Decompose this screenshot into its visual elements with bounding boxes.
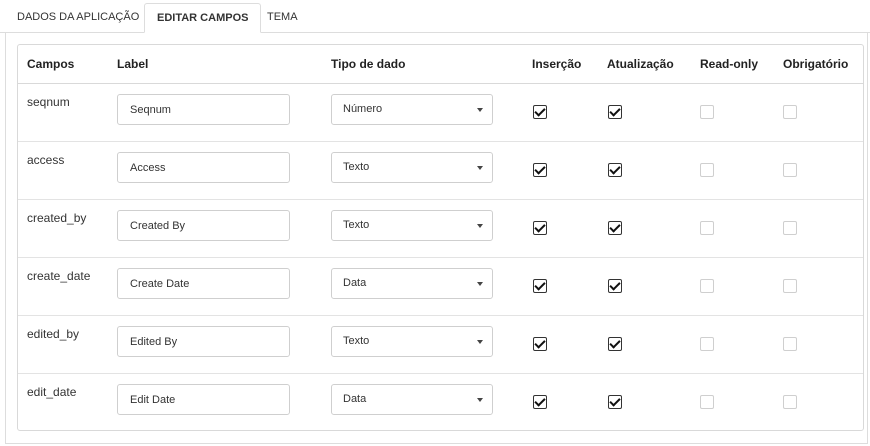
atualizacao-checkbox[interactable] [608, 395, 622, 409]
read-only-checkbox[interactable] [700, 395, 714, 409]
table-row: access Texto [18, 142, 863, 200]
caret-down-icon [477, 108, 483, 112]
read-only-checkbox[interactable] [700, 279, 714, 293]
caret-down-icon [477, 224, 483, 228]
header-campos: Campos [27, 57, 75, 71]
read-only-checkbox[interactable] [700, 221, 714, 235]
table-header: Campos Label Tipo de dado Inserção Atual… [18, 45, 863, 84]
obrigatorio-checkbox[interactable] [783, 395, 797, 409]
tab-bar: DADOS DA APLICAÇÃO EDITAR CAMPOS TEMA [0, 0, 870, 33]
data-type-value: Número [343, 103, 383, 115]
label-input[interactable] [117, 210, 290, 241]
atualizacao-checkbox[interactable] [608, 279, 622, 293]
fields-table: Campos Label Tipo de dado Inserção Atual… [17, 44, 864, 431]
label-input[interactable] [117, 152, 290, 183]
table-row: seqnum Número [18, 84, 863, 142]
table-row: create_date Data [18, 258, 863, 316]
label-input[interactable] [117, 94, 290, 125]
tab-editar-campos[interactable]: EDITAR CAMPOS [144, 3, 262, 33]
header-label: Label [117, 57, 149, 71]
atualizacao-checkbox[interactable] [608, 221, 622, 235]
insercao-checkbox[interactable] [533, 105, 547, 119]
insercao-checkbox[interactable] [533, 279, 547, 293]
obrigatorio-checkbox[interactable] [783, 221, 797, 235]
caret-down-icon [477, 166, 483, 170]
obrigatorio-checkbox[interactable] [783, 337, 797, 351]
obrigatorio-checkbox[interactable] [783, 163, 797, 177]
field-name: seqnum [27, 95, 70, 109]
field-name: edited_by [27, 327, 80, 341]
header-obrigatorio: Obrigatório [783, 57, 849, 71]
insercao-checkbox[interactable] [533, 337, 547, 351]
read-only-checkbox[interactable] [700, 337, 714, 351]
field-name: create_date [27, 269, 91, 283]
data-type-select[interactable]: Texto [331, 210, 493, 241]
read-only-checkbox[interactable] [700, 105, 714, 119]
caret-down-icon [477, 398, 483, 402]
tab-dados-da-aplicacao[interactable]: DADOS DA APLICAÇÃO [5, 3, 151, 31]
data-type-value: Data [343, 393, 367, 405]
data-type-select[interactable]: Número [331, 94, 493, 125]
label-input[interactable] [117, 326, 290, 357]
data-type-select[interactable]: Texto [331, 326, 493, 357]
header-insercao: Inserção [532, 57, 582, 71]
data-type-value: Texto [343, 219, 370, 231]
insercao-checkbox[interactable] [533, 395, 547, 409]
read-only-checkbox[interactable] [700, 163, 714, 177]
caret-down-icon [477, 340, 483, 344]
obrigatorio-checkbox[interactable] [783, 105, 797, 119]
header-tipo-de-dado: Tipo de dado [331, 57, 406, 71]
tab-tema[interactable]: TEMA [255, 3, 310, 31]
data-type-select[interactable]: Data [331, 384, 493, 415]
label-input[interactable] [117, 384, 290, 415]
data-type-value: Data [343, 277, 367, 289]
field-name: edit_date [27, 385, 77, 399]
obrigatorio-checkbox[interactable] [783, 279, 797, 293]
field-name: created_by [27, 211, 87, 225]
header-atualizacao: Atualização [607, 57, 674, 71]
field-name: access [27, 153, 65, 167]
label-input[interactable] [117, 268, 290, 299]
header-read-only: Read-only [700, 57, 759, 71]
table-row: edited_by Texto [18, 316, 863, 374]
table-row: created_by Texto [18, 200, 863, 258]
data-type-value: Texto [343, 335, 370, 347]
atualizacao-checkbox[interactable] [608, 105, 622, 119]
data-type-select[interactable]: Data [331, 268, 493, 299]
insercao-checkbox[interactable] [533, 163, 547, 177]
data-type-value: Texto [343, 161, 370, 173]
data-type-select[interactable]: Texto [331, 152, 493, 183]
atualizacao-checkbox[interactable] [608, 337, 622, 351]
insercao-checkbox[interactable] [533, 221, 547, 235]
caret-down-icon [477, 282, 483, 286]
table-row: edit_date Data [18, 374, 863, 432]
atualizacao-checkbox[interactable] [608, 163, 622, 177]
